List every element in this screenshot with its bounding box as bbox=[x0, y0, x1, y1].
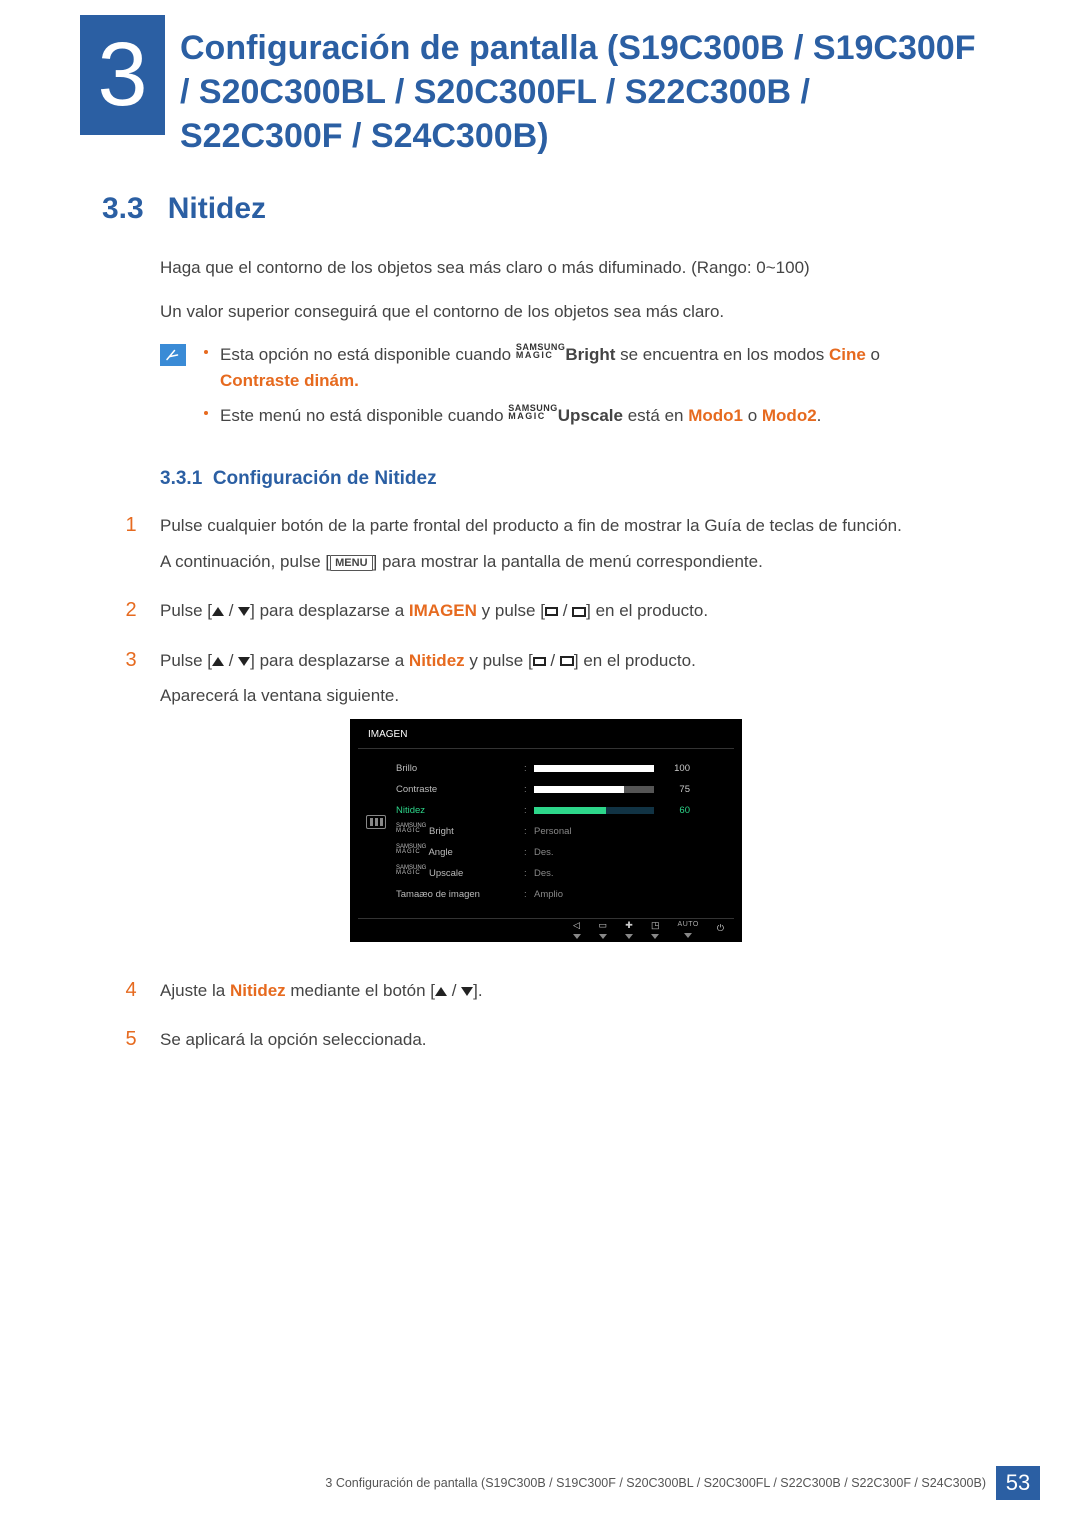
note-callout: Esta opción no está disponible cuando SA… bbox=[160, 342, 960, 439]
step-number: 5 bbox=[120, 1027, 142, 1063]
osd-row: SAMSUNGMAGIC Bright:Personal bbox=[396, 822, 726, 843]
source-key-icon bbox=[533, 657, 546, 666]
osd-row-label: Tamaæo de imagen bbox=[396, 888, 524, 902]
osd-row-label: Contraste bbox=[396, 783, 524, 797]
osd-row-label: SAMSUNGMAGIC Upscale bbox=[396, 866, 524, 881]
footer-text: 3 Configuración de pantalla (S19C300B / … bbox=[325, 1476, 986, 1490]
down-arrow-icon bbox=[238, 657, 250, 666]
osd-row: Tamaæo de imagen:Amplio bbox=[396, 885, 726, 906]
step-number: 3 bbox=[120, 648, 142, 964]
page-number: 53 bbox=[996, 1466, 1040, 1500]
osd-row: Brillo:100 bbox=[396, 759, 726, 780]
osd-row-label: SAMSUNGMAGIC Angle bbox=[396, 845, 524, 860]
step-4: 4 Ajuste la Nitidez mediante el botón [ … bbox=[120, 978, 960, 1014]
step-5-text: Se aplicará la opción seleccionada. bbox=[160, 1027, 960, 1053]
osd-row: SAMSUNGMAGIC Upscale:Des. bbox=[396, 864, 726, 885]
step-1: 1 Pulse cualquier botón de la parte fron… bbox=[120, 513, 960, 584]
step-5: 5 Se aplicará la opción seleccionada. bbox=[120, 1027, 960, 1063]
source-key-icon bbox=[545, 607, 558, 616]
osd-auto-label: AUTO bbox=[678, 920, 699, 931]
step-2-text: Pulse [ / ] para desplazarse a IMAGEN y … bbox=[160, 598, 960, 624]
step-1-line-1: Pulse cualquier botón de la parte fronta… bbox=[160, 513, 960, 539]
osd-power-icon: ⏻ bbox=[717, 922, 724, 936]
osd-row-value: Des. bbox=[534, 846, 726, 860]
note-item-2: Este menú no está disponible cuando SAMS… bbox=[204, 403, 960, 429]
step-number: 2 bbox=[120, 598, 142, 634]
note-item-1: Esta opción no está disponible cuando SA… bbox=[204, 342, 960, 393]
osd-row-value: 100 bbox=[534, 762, 726, 776]
osd-row: Nitidez:60 bbox=[396, 801, 726, 822]
osd-row-value: Des. bbox=[534, 867, 726, 881]
intro-paragraph-2: Un valor superior conseguirá que el cont… bbox=[160, 299, 960, 325]
osd-menu: IMAGEN Brillo:100Contraste:75Nitidez:60S… bbox=[350, 719, 742, 942]
section-number: 3.3 bbox=[102, 192, 144, 226]
down-arrow-icon bbox=[238, 607, 250, 616]
osd-title: IMAGEN bbox=[358, 725, 734, 749]
osd-row-value: Personal bbox=[534, 825, 726, 839]
osd-plus-icon: ✚ bbox=[625, 919, 633, 933]
osd-footer: ◁ ▭ ✚ ◳ AUTO ⏻ bbox=[358, 918, 734, 940]
up-arrow-icon bbox=[212, 657, 224, 666]
osd-minus-icon: ▭ bbox=[599, 919, 608, 933]
step-3-line-1: Pulse [ / ] para desplazarse a Nitidez y… bbox=[160, 648, 960, 674]
step-number: 1 bbox=[120, 513, 142, 584]
enter-key-icon bbox=[560, 656, 574, 666]
osd-row-label: Brillo bbox=[396, 762, 524, 776]
chapter-number-badge: 3 bbox=[80, 15, 165, 135]
up-arrow-icon bbox=[212, 607, 224, 616]
osd-row-value: 60 bbox=[534, 804, 726, 818]
section-title: Nitidez bbox=[168, 192, 266, 226]
osd-back-icon: ◁ bbox=[573, 919, 580, 933]
subsection-heading: 3.3.1 Configuración de Nitidez bbox=[160, 465, 960, 494]
osd-row-label: SAMSUNGMAGIC Bright bbox=[396, 824, 524, 839]
up-arrow-icon bbox=[435, 987, 447, 996]
section-heading: 3.3 Nitidez bbox=[102, 192, 266, 226]
step-number: 4 bbox=[120, 978, 142, 1014]
osd-category-icon bbox=[366, 815, 386, 829]
osd-row: Contraste:75 bbox=[396, 780, 726, 801]
intro-paragraph-1: Haga que el contorno de los objetos sea … bbox=[160, 255, 960, 281]
note-icon bbox=[160, 344, 186, 366]
page-footer: 3 Configuración de pantalla (S19C300B / … bbox=[0, 1465, 1080, 1501]
step-2: 2 Pulse [ / ] para desplazarse a IMAGEN … bbox=[120, 598, 960, 634]
osd-row-value: 75 bbox=[534, 783, 726, 797]
menu-key-icon: MENU bbox=[330, 555, 372, 571]
down-arrow-icon bbox=[461, 987, 473, 996]
chapter-title: Configuración de pantalla (S19C300B / S1… bbox=[180, 26, 980, 159]
osd-row: SAMSUNGMAGIC Angle:Des. bbox=[396, 843, 726, 864]
osd-row-label: Nitidez bbox=[396, 804, 524, 818]
step-3-line-2: Aparecerá la ventana siguiente. bbox=[160, 683, 960, 709]
step-1-line-2: A continuación, pulse [MENU] para mostra… bbox=[160, 549, 960, 575]
osd-enter-icon: ◳ bbox=[651, 919, 660, 933]
step-3: 3 Pulse [ / ] para desplazarse a Nitidez… bbox=[120, 648, 960, 964]
enter-key-icon bbox=[572, 607, 586, 617]
step-4-text: Ajuste la Nitidez mediante el botón [ / … bbox=[160, 978, 960, 1004]
osd-row-value: Amplio bbox=[534, 888, 726, 902]
